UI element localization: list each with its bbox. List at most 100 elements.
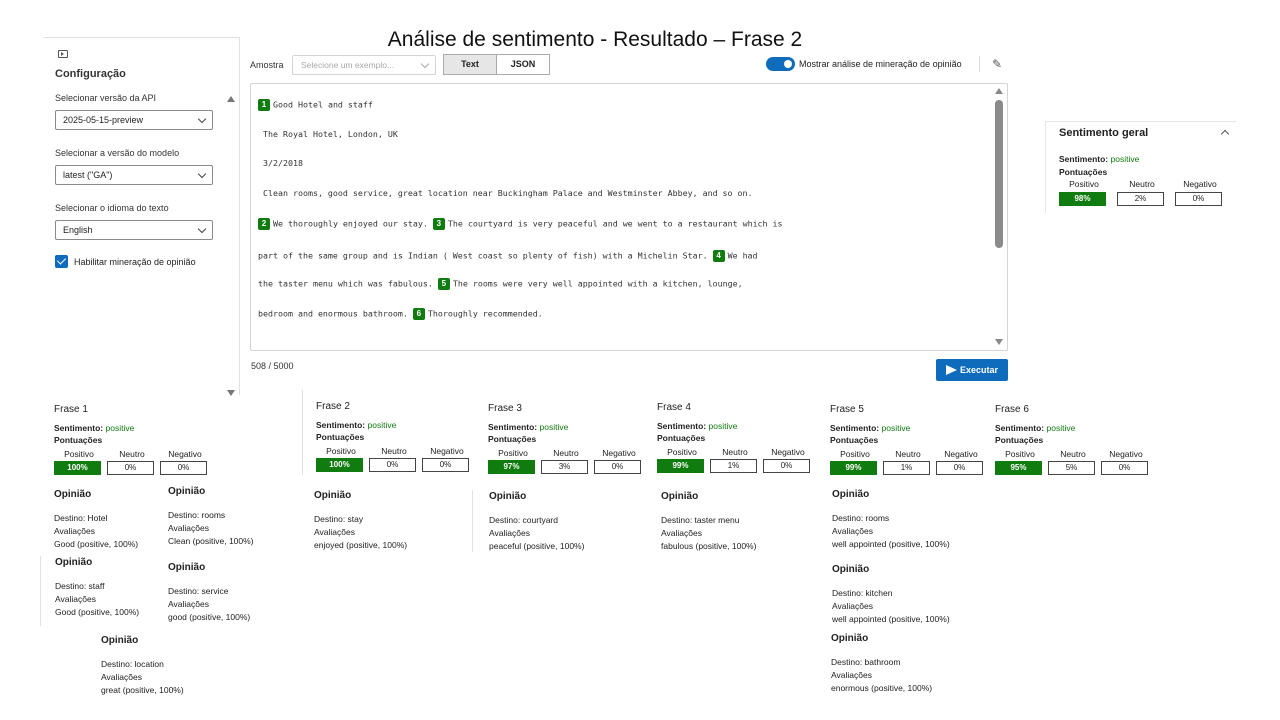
score-negative: 0% [160,461,207,475]
header-neutral: Neutro [1129,179,1155,189]
scroll-up-icon[interactable] [227,96,235,102]
scroll-down-icon[interactable] [227,390,235,396]
sentiment-label: Sentimento: [1059,154,1109,164]
assessment-value: Good (positive, 100%) [55,607,140,617]
scores-label: Pontuações [1059,167,1108,177]
header-neutral: Neutro [381,446,407,456]
edit-icon[interactable]: ✎ [992,58,1004,70]
assessments-label: Avaliações [168,523,209,533]
editor-line-3: 3/2/2018 [263,158,303,168]
opinion-target: Destino: taster menu [661,515,739,525]
target-value: location [134,659,164,669]
text-segment: The rooms were very well appointed with … [452,278,743,289]
score-negative: 0% [763,459,810,473]
score-positive: 99% [657,459,704,473]
sentence-badge[interactable]: 2 [258,218,270,230]
sentiment-value: positive [105,423,135,433]
model-version-select[interactable]: latest ("GA") [55,165,213,185]
header-neutral: Neutro [119,449,145,459]
editor-scroll-up-icon[interactable] [995,88,1003,94]
api-version-select[interactable]: 2025-05-15-preview [55,110,213,130]
assessments-label: Avaliações [831,670,872,680]
sentence-sentiment: Sentimento: positive [316,420,396,430]
toggle-label: Mostrar análise de mineração de opinião [799,59,962,69]
header-positive: Positivo [1069,179,1099,189]
header-positive: Positivo [498,448,528,458]
sentence-badge[interactable]: 4 [712,250,725,262]
run-label: Executar [959,365,998,375]
opinion-title: Opinião [832,564,870,575]
sentiment-value: positive [881,423,911,433]
opinion-target: Destino: service [168,586,228,596]
api-version-label: Selecionar versão da API [55,93,157,103]
score-positive: 95% [995,461,1042,475]
scores-label: Pontuações [488,434,537,444]
sentence-title: Frase 2 [316,401,350,412]
editor-line-7: the taster menu which was fabulous. 5 The… [258,278,743,290]
header-negative: Negativo [430,446,464,456]
panel-toggle-icon[interactable] [58,50,68,58]
header-negative: Negativo [602,448,636,458]
overall-title: Sentimento geral [1059,127,1149,139]
assessments-label: Avaliações [661,528,702,538]
text-view-button[interactable]: Text [443,54,497,75]
sentence-sentiment: Sentimento: positive [830,423,910,433]
target-value: Hotel [87,513,108,523]
language-label: Selecionar o idioma do texto [55,203,169,213]
editor-scroll-down-icon[interactable] [995,339,1003,345]
target-value: rooms [865,513,890,523]
sentence-badge[interactable]: 6 [412,308,425,320]
sentence-title: Frase 1 [54,404,88,415]
header-positive: Positivo [1005,449,1035,459]
opinion-target: Destino: rooms [832,513,889,523]
model-version-value: latest ("GA") [63,170,113,180]
sample-placeholder: Selecione um exemplo... [301,60,395,70]
target-value: courtyard [522,515,558,525]
header-positive: Positivo [326,446,356,456]
score-positive: 97% [488,460,535,474]
config-title: Configuração [55,68,126,80]
opinion-target: Destino: rooms [168,510,225,520]
assessments-label: Avaliações [55,594,96,604]
editor-line-8: bedroom and enormous bathroom. 6 Thorough… [258,308,543,320]
opinion-mining-toggle[interactable] [766,57,795,71]
scores-label: Pontuações [657,433,706,443]
target-prefix: Destino: [831,657,865,667]
editor-line-2: The Royal Hotel, London, UK [263,129,398,139]
header-negative: Negativo [1109,449,1143,459]
sample-select[interactable]: Selecione um exemplo... [292,55,436,75]
opinion-title: Opinião [661,491,699,502]
opinion-mining-checkbox[interactable] [55,255,68,268]
editor-line-4: Clean rooms, good service, great locatio… [263,188,753,198]
assessments-label: Avaliações [101,672,142,682]
sentiment-label: Sentimento: [830,423,880,433]
language-select[interactable]: English [55,220,213,240]
opinion-title: Opinião [489,491,527,502]
opinion-target: Destino: courtyard [489,515,558,525]
sentiment-label: Sentimento: [316,420,366,430]
sentiment-value: positive [1110,154,1140,164]
sentence-badge[interactable]: 5 [437,278,450,290]
assessment-value: good (positive, 100%) [168,612,251,622]
chevron-down-icon [197,169,207,179]
sentence-badge[interactable]: 3 [432,218,445,230]
text-segment: We had [727,250,758,261]
text-segment: Thoroughly recommended. [427,308,543,319]
language-value: English [63,225,93,235]
text-segment: the taster menu which was fabulous. [258,278,433,289]
editor-scrollbar[interactable] [995,100,1003,248]
scores-label: Pontuações [54,435,103,445]
header-neutral: Neutro [722,447,748,457]
chevron-up-icon[interactable] [1220,129,1230,139]
sentence-sentiment: Sentimento: positive [657,421,737,431]
score-neutral: 1% [710,459,757,473]
target-value: kitchen [865,588,893,598]
sentence-badge[interactable]: 1 [258,99,270,111]
sentiment-label: Sentimento: [488,422,538,432]
json-view-button[interactable]: JSON [496,54,550,75]
header-negative: Negativo [771,447,805,457]
run-button[interactable]: Executar [936,359,1008,381]
score-neutral: 3% [541,460,588,474]
chevron-down-icon [420,59,430,69]
divider-line [472,490,473,552]
